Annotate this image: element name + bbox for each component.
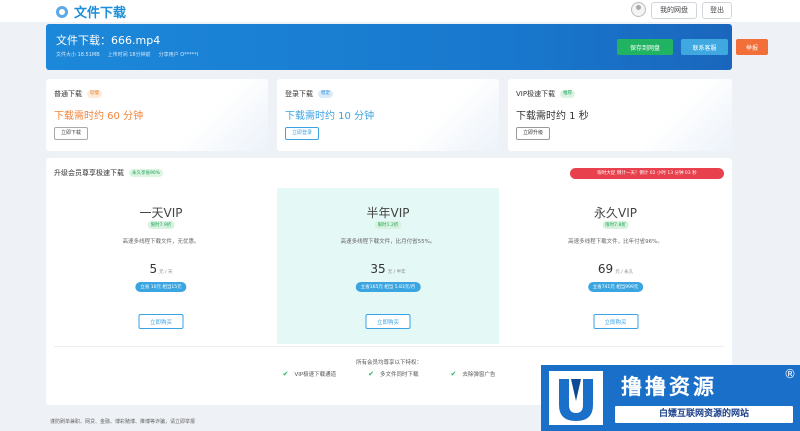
discount-badge: 限时7.9折: [147, 221, 175, 229]
savings-badge: 立省 10元 相当15元: [135, 282, 187, 292]
file-header: 文件下载：666.mp4 文件大小 18.51MB 上传时间 18分钟前 分享用…: [46, 24, 768, 70]
file-meta: 文件大小 18.51MB 上传时间 18分钟前 分享用户 O*****I: [56, 51, 198, 58]
speed-badge: 较慢: [87, 90, 102, 98]
perk-item: ✔ 去除弹窗广告: [451, 370, 496, 378]
download-time: 下载需时约 10 分钟: [285, 111, 375, 122]
promo-countdown-badge: 限时大促 倒计一天！倒计 02 小时 13 分钟 03 秒: [570, 168, 724, 179]
card-title: 登录下载: [285, 90, 313, 98]
plan-card-lifetime: 永久VIP 限时7.8折 高速多线程下载文件，比年付省96%。 69 元 / 永久…: [499, 188, 732, 344]
plan-price: 69 元 / 永久: [499, 262, 732, 276]
plan-name: 永久VIP: [594, 206, 637, 220]
plan-description: 高速多线程下载文件，无优惠。: [122, 239, 200, 245]
save-to-netdisk-button[interactable]: 保存到网盘: [617, 39, 673, 55]
vip-heading-badge: 永久享省90%: [129, 169, 164, 177]
avatar[interactable]: [631, 2, 646, 17]
my-netdisk-button[interactable]: 我的网盘: [651, 2, 697, 19]
logo-icon: [56, 5, 68, 18]
site-logo[interactable]: 文件下载: [56, 2, 126, 21]
plan-price: 5元 / 天: [46, 262, 276, 276]
vip-download-card: VIP极速下载 推荐 下载需时约 1 秒 立即升级: [508, 79, 732, 151]
normal-download-card: 普通下载 较慢 下载需时约 60 分钟 立即下载: [46, 79, 268, 151]
plan-card-halfyear: 半年VIP 限时1.2折 高速多线程下载文件，比月付省55%。 35 元 / 半年…: [277, 188, 499, 344]
site-title: 文件下载: [74, 6, 127, 21]
watermark-logo-icon: [541, 365, 609, 431]
perk-item: ✔ 多文件同时下载: [368, 370, 418, 378]
card-title: 普通下载: [54, 90, 82, 98]
price-unit: 元 / 永久: [615, 270, 634, 275]
sharer: 分享用户 O*****I: [158, 52, 199, 58]
top-navbar: 文件下载 我的网盘 登出: [0, 0, 800, 22]
logout-button[interactable]: 登出: [702, 2, 732, 19]
plan-name: 半年VIP: [366, 206, 410, 220]
speed-badge: 推荐: [560, 90, 576, 98]
buy-now-button[interactable]: 立即购买: [138, 314, 184, 329]
price-value: 35: [370, 262, 386, 276]
login-now-button[interactable]: 立即登录: [285, 127, 320, 140]
savings-badge: 立省165元 相当 5.83元/月: [355, 282, 421, 292]
file-title: 文件下载：666.mp4: [56, 34, 161, 47]
fraud-warning-note: 谨防刷单兼职、网贷、金融、博彩赌博、推博等诈骗，请立即举报: [50, 419, 196, 425]
divider: [54, 346, 724, 347]
price-unit: 元 / 半年: [387, 270, 406, 275]
watermark-title: 撸撸资源: [621, 375, 717, 399]
plan-card-day: 一天VIP 限时7.9折 高速多线程下载文件，无优惠。 5元 / 天 立省 10…: [46, 188, 276, 344]
check-icon: ✔: [282, 370, 289, 378]
price-unit: 元 / 天: [159, 270, 173, 275]
price-value: 69: [597, 262, 614, 276]
vip-heading: 升级会员尊享极速下载: [54, 169, 124, 177]
upload-time: 上传时间 18分钟前: [107, 52, 151, 58]
perk-label: 多文件同时下载: [380, 372, 419, 378]
savings-badge: 立省741元 相当999元: [587, 282, 644, 292]
upgrade-now-button[interactable]: 立即升级: [516, 127, 551, 140]
buy-now-button[interactable]: 立即购买: [365, 314, 411, 329]
plan-description: 高速多线程下载文件，比月付省55%。: [340, 239, 436, 245]
check-icon: ✔: [368, 370, 375, 378]
registered-mark: ®: [784, 367, 796, 381]
check-icon: ✔: [450, 370, 457, 378]
login-download-card: 登录下载 稳定 下载需时约 10 分钟 立即登录: [277, 79, 499, 151]
plan-description: 高速多线程下载文件，比年付省96%。: [568, 239, 663, 245]
contact-support-button[interactable]: 联系客服: [681, 39, 728, 55]
perk-label: 去除弹窗广告: [462, 372, 496, 378]
speed-badge: 稳定: [318, 90, 333, 98]
plan-name: 一天VIP: [139, 206, 183, 220]
download-now-button[interactable]: 立即下载: [54, 127, 89, 140]
file-size: 文件大小 18.51MB: [56, 52, 100, 58]
watermark-banner: 撸撸资源 ® 白嫖互联网资源的网站: [541, 365, 800, 431]
perk-label: VIP极速下载通道: [294, 372, 337, 378]
watermark-subtitle: 白嫖互联网资源的网站: [615, 406, 793, 423]
buy-now-button[interactable]: 立即购买: [593, 314, 638, 329]
plan-price: 35 元 / 半年: [277, 262, 499, 276]
download-time: 下载需时约 60 分钟: [54, 111, 144, 122]
card-title: VIP极速下载: [516, 90, 556, 98]
report-button[interactable]: 举报: [736, 39, 768, 55]
price-value: 5: [149, 262, 158, 276]
download-time: 下载需时约 1 秒: [516, 111, 589, 122]
discount-badge: 限时1.2折: [374, 221, 402, 229]
discount-badge: 限时7.8折: [602, 221, 629, 229]
perk-item: ✔ VIP极速下载通道: [283, 370, 337, 378]
